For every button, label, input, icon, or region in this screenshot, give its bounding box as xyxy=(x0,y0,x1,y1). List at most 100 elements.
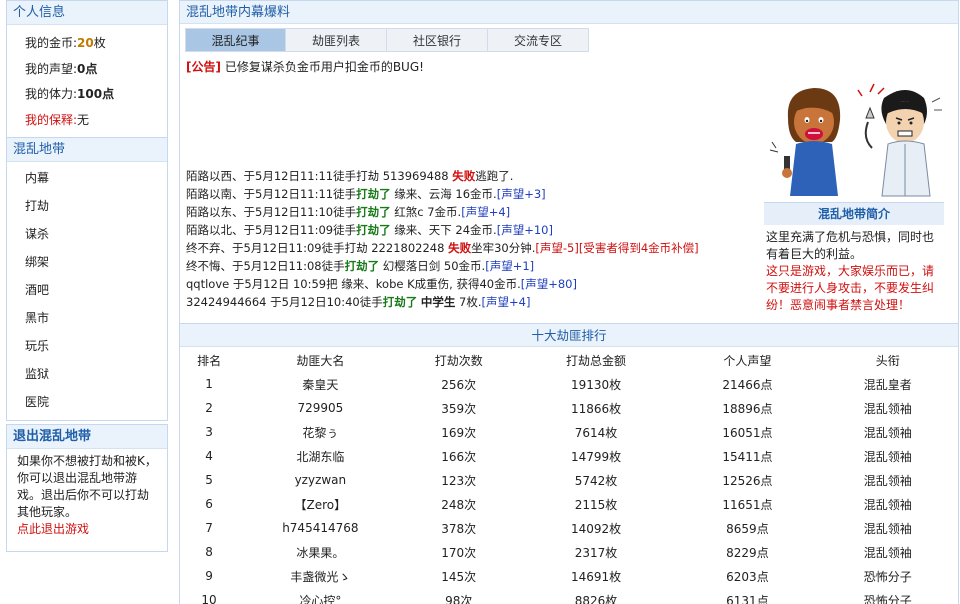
ranking-cell: 14691枚 xyxy=(570,569,622,584)
ranking-cell[interactable]: 729905 xyxy=(238,396,402,420)
event-segment: 打劫了 xyxy=(356,223,391,237)
ranking-cell: 1 xyxy=(205,377,213,391)
ranking-cell: 混乱领袖 xyxy=(863,473,912,488)
event-segment[interactable]: [声望+4] xyxy=(461,205,510,219)
ranking-cell: 混乱领袖 xyxy=(863,401,912,416)
event-segment: 打劫了 xyxy=(382,295,418,309)
event-segment: 打劫了 xyxy=(356,205,391,219)
reputation-row: 我的声望:0点 xyxy=(25,57,167,83)
ranking-row: 10 冷心控° 98次 8826枚 6131点 恐怖分子 xyxy=(180,588,958,604)
event-entry: 32424944664 于5月12日10:40徒手打劫了 中学生 7枚.[声望+… xyxy=(186,293,766,311)
zone-nav-item[interactable]: 谋杀 xyxy=(25,220,167,248)
tab-3[interactable]: 社区银行 xyxy=(387,28,488,52)
event-segment: 失败 xyxy=(452,169,476,183)
ranking-row: 7 h745414768 378次 14092枚 8659点 混乱领袖 xyxy=(180,516,958,540)
event-entry: 终不弃、于5月12日11:09徒手打劫 2221802248 失败坐牢30分钟.… xyxy=(186,239,766,257)
stamina-row: 我的体力:100点 xyxy=(25,82,167,108)
bail-label[interactable]: 我的保释: xyxy=(25,113,77,127)
ranking-cell[interactable]: 北湖东临 xyxy=(238,444,402,468)
event-entry: 陌路以东、于5月12日11:10徒手打劫了 红煞c 7金币.[声望+4] xyxy=(186,203,766,221)
event-segment: 7枚. xyxy=(455,295,482,309)
ranking-cell[interactable]: yzyzwan xyxy=(238,468,402,492)
tab-1[interactable]: 混乱纪事 xyxy=(185,28,286,52)
reputation-label: 我的声望: xyxy=(25,61,78,76)
zone-nav-item[interactable]: 内幕 xyxy=(25,164,167,192)
event-segment: 32424944664 于5月12日10:40徒手 xyxy=(186,295,383,309)
ranking-cell: 19130枚 xyxy=(570,377,622,392)
zone-nav-item[interactable]: 监狱 xyxy=(25,360,167,388)
event-segment: 终不悔、于5月12日11:08徒手 xyxy=(186,259,345,273)
ranking-row: 3 花黎ぅ 169次 7614枚 16051点 混乱领袖 xyxy=(180,420,958,444)
tab-4[interactable]: 交流专区 xyxy=(488,28,589,52)
ranking-cell: 10 xyxy=(201,593,217,604)
ranking-cell[interactable]: 秦皇天 xyxy=(238,372,402,396)
main-panel: 混乱地带内幕爆料 混乱纪事 劫匪列表 社区银行 交流专区 [公告] 已修复谋杀负金币用… xyxy=(179,0,959,604)
ranking-cell: 混乱领袖 xyxy=(863,425,912,440)
event-segment: qqtlove 于5月12日 10:59把 缘来、kobe K成重伤, 获得40… xyxy=(186,277,521,291)
zone-nav-item[interactable]: 打劫 xyxy=(25,192,167,220)
event-segment: [受害者得到4金币补偿] xyxy=(578,241,699,255)
ranking-cell: 15411点 xyxy=(722,449,773,464)
exit-game-link[interactable]: 点此退出游戏 xyxy=(17,522,89,536)
gold-value: 20 xyxy=(77,36,94,50)
event-segment[interactable]: [声望+1] xyxy=(485,259,534,273)
ranking-cell: 98次 xyxy=(445,593,473,604)
ranking-row: 8 冰果果。 170次 2317枚 8229点 混乱领袖 xyxy=(180,540,958,564)
ranking-cell: 6 xyxy=(205,497,213,511)
main-header: 混乱地带内幕爆料 xyxy=(180,0,958,24)
ranking-cell: 8229点 xyxy=(726,545,769,560)
ranking-cell: 248次 xyxy=(441,497,477,512)
ranking-cell[interactable]: 【Zero】 xyxy=(238,492,402,516)
zone-nav-item[interactable]: 酒吧 xyxy=(25,276,167,304)
zone-nav-item[interactable]: 医院 xyxy=(25,388,167,416)
event-entry: qqtlove 于5月12日 10:59把 缘来、kobe K成重伤, 获得40… xyxy=(186,275,766,293)
event-segment[interactable]: [声望+10] xyxy=(497,223,553,237)
ranking-cell: 混乱皇者 xyxy=(863,377,912,392)
event-segment[interactable]: [声望+4] xyxy=(482,295,531,309)
event-segment: 逃跑了. xyxy=(475,169,514,183)
announcement: [公告] 已修复谋杀负金币用户扣金币的BUG! xyxy=(186,58,424,75)
ranking-cell: 4 xyxy=(205,449,213,463)
ranking-row: 2 729905 359次 11866枚 18896点 混乱领袖 xyxy=(180,396,958,420)
ranking-table: 排名 劫匪大名 打劫次数 打劫总金额 个人声望 头衔 1 秦皇天 256次 19130枚 2146… xyxy=(180,348,958,604)
event-segment: 坐牢30分钟. xyxy=(471,241,536,255)
tab-2[interactable]: 劫匪列表 xyxy=(286,28,387,52)
ranking-cell: 166次 xyxy=(441,449,477,464)
event-segment[interactable]: [声望+3] xyxy=(497,187,546,201)
exit-header: 退出混乱地带 xyxy=(7,425,167,449)
ranking-cell[interactable]: 冰果果。 xyxy=(238,540,402,564)
ranking-cell[interactable]: 丰盏微光ゝ xyxy=(238,564,402,588)
zone-nav-item[interactable]: 玩乐 xyxy=(25,332,167,360)
event-segment: 中学生 xyxy=(420,295,456,309)
event-segment: 陌路以南、于5月12日11:11徒手 xyxy=(186,187,357,201)
exit-panel: 退出混乱地带 如果你不想被打劫和被K，你可以退出混乱地带游戏。退出后你不可以打劫… xyxy=(6,424,168,552)
ranking-cell: 378次 xyxy=(441,521,477,536)
event-entry: 陌路以南、于5月12日11:11徒手打劫了 缘来、云海 16金币.[声望+3] xyxy=(186,185,766,203)
ranking-cell[interactable]: h745414768 xyxy=(238,516,402,540)
event-segment: [声望-5] xyxy=(535,241,579,255)
ranking-row: 4 北湖东临 166次 14799枚 15411点 混乱领袖 xyxy=(180,444,958,468)
zone-nav-item[interactable]: 黑市 xyxy=(25,304,167,332)
event-segment: 失败 xyxy=(448,241,472,255)
ranking-cell: 8659点 xyxy=(726,521,769,536)
ranking-cell[interactable]: 冷心控° xyxy=(238,588,402,604)
event-entry: 终不悔、于5月12日11:08徒手打劫了 幻樱落日剑 50金币.[声望+1] xyxy=(186,257,766,275)
event-segment[interactable]: [声望+80] xyxy=(521,277,577,291)
event-segment: 陌路以东、于5月12日11:10徒手 xyxy=(186,205,357,219)
event-entry: 陌路以北、于5月12日11:09徒手打劫了 缘来、天下 24金币.[声望+10] xyxy=(186,221,766,239)
ranking-cell: 8 xyxy=(205,545,213,559)
ranking-cell: 9 xyxy=(205,569,213,583)
tab-bar: 混乱纪事 劫匪列表 社区银行 交流专区 xyxy=(185,28,589,52)
event-segment: 打劫了 xyxy=(344,259,380,273)
event-segment: 红煞c 7金币. xyxy=(390,205,462,219)
ranking-column-header: 劫匪大名 xyxy=(296,353,345,368)
intro-warning: 这只是游戏，大家娱乐而已，请不要进行人身攻击，不要发生纠纷！恶意闹事者禁言处理！ xyxy=(766,264,935,312)
ranking-column-header: 打劫次数 xyxy=(434,353,483,368)
ranking-cell[interactable]: 花黎ぅ xyxy=(238,420,402,444)
ranking-column-header: 打劫总金额 xyxy=(566,353,627,368)
zone-nav-item[interactable]: 绑架 xyxy=(25,248,167,276)
stamina-label: 我的体力: xyxy=(25,87,78,101)
ranking-cell: 3 xyxy=(205,425,213,439)
bail-row: 我的保释:无 xyxy=(25,108,167,134)
ranking-cell: 混乱领袖 xyxy=(863,521,912,536)
